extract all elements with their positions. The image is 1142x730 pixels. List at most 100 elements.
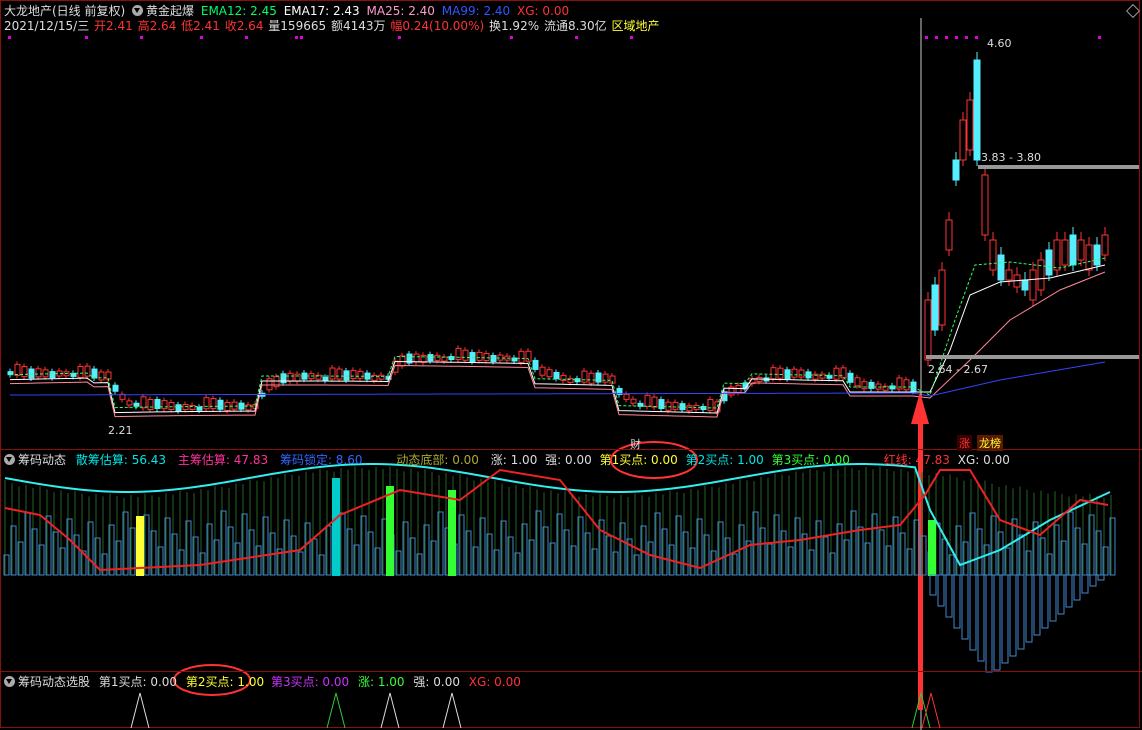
ma99-value: MA99: 2.40 — [441, 4, 511, 18]
negative-bar — [1057, 574, 1065, 615]
candle-body — [518, 350, 525, 363]
signal-triangle — [442, 692, 462, 729]
signal-dot — [140, 36, 143, 39]
candle-body — [546, 369, 553, 378]
negative-bar — [961, 574, 969, 640]
signal-triangle — [130, 692, 150, 729]
candle-body — [77, 366, 84, 379]
candle-body — [357, 370, 364, 379]
candle-body — [434, 354, 441, 361]
quote-open: 开2.41 — [94, 19, 133, 33]
candle-body — [581, 370, 588, 383]
candle-body — [266, 378, 273, 391]
signal-dot — [955, 36, 958, 39]
signal-dot — [510, 36, 513, 39]
candle-body — [665, 401, 672, 411]
candle-body — [861, 381, 868, 390]
negative-bar — [1097, 574, 1105, 581]
candle-body — [644, 394, 651, 407]
candle-body — [997, 254, 1005, 281]
candle-body — [938, 269, 946, 326]
candle-body — [84, 365, 91, 377]
p2-buy3-value: 第3买点: 0.00 — [771, 453, 850, 467]
candle-body — [168, 401, 175, 410]
candle-body — [70, 372, 77, 377]
candle-body — [28, 368, 35, 379]
signal-dot — [295, 36, 298, 39]
candle-body — [1101, 234, 1109, 256]
negative-bar — [1089, 574, 1097, 587]
candle-body — [1029, 269, 1037, 301]
signal-dot — [965, 36, 968, 39]
candle-body — [322, 376, 329, 381]
dragon-tiger-tag[interactable]: 龙榜 — [977, 435, 1003, 451]
candle-body — [336, 368, 343, 380]
p3-buy3-value: 第3买点: 0.00 — [270, 675, 350, 689]
p3-buy2-value: 第2买点: 1.00 — [185, 675, 265, 689]
dongtai-value: 动态底部: 0.00 — [396, 453, 479, 467]
candle-body — [588, 372, 595, 384]
signal-dot — [398, 36, 401, 39]
quote-close: 收2.64 — [224, 19, 264, 33]
candle-body — [1061, 239, 1069, 266]
buy3-highlight — [386, 486, 394, 576]
candle-body — [14, 363, 21, 376]
candle-body — [399, 355, 406, 367]
candle-body — [175, 404, 182, 412]
chip-panel — [3, 463, 1116, 673]
candle-body — [539, 366, 546, 376]
indicator-name[interactable]: 黄金起爆 — [146, 4, 194, 18]
p3-buy1-value: 第1买点: 0.00 — [98, 675, 178, 689]
signal-dot — [975, 36, 978, 39]
panel2-title[interactable]: 筹码动态 — [18, 453, 66, 467]
candle-body — [973, 59, 981, 161]
signal-dot — [200, 36, 203, 39]
signal-triangle — [326, 692, 346, 729]
cyan-highlight — [332, 478, 340, 576]
candle-body — [350, 369, 357, 379]
signal-dot — [945, 36, 948, 39]
negative-bar — [993, 574, 1001, 671]
p2-xg-value: XG: 0.00 — [957, 453, 1010, 467]
negative-bar — [1049, 574, 1057, 622]
candle-body — [49, 371, 56, 379]
select-panel — [130, 692, 941, 729]
panel-divider-2[interactable] — [0, 671, 1142, 672]
limit-up-tag[interactable]: 涨 — [957, 435, 972, 451]
candle-body — [378, 374, 385, 380]
candle-body — [798, 369, 805, 378]
candle-body — [217, 399, 224, 410]
range-upper-bar — [978, 165, 1139, 169]
stock-title[interactable]: 大龙地产(日线 前复权) — [4, 4, 125, 18]
buy3-highlight — [448, 490, 456, 576]
buy-arrow-head — [911, 392, 929, 424]
candle-body — [553, 371, 560, 379]
negative-bar — [969, 574, 977, 651]
panel3-dropdown-icon[interactable] — [4, 676, 15, 687]
candle-body — [329, 367, 336, 380]
panel3-title[interactable]: 筹码动态选股 — [18, 675, 90, 689]
candle-body — [791, 368, 798, 378]
candle-body — [1045, 249, 1053, 276]
signal-triangle — [921, 692, 941, 729]
quote-turnover: 换1.92% — [488, 19, 540, 33]
quote-sector[interactable]: 区域地产 — [612, 19, 660, 33]
negative-bar — [1033, 574, 1041, 636]
panel2-header: 筹码动态 散筹估算: 56.43 主筹估算: 47.83 筹码锁定: 8.60 … — [4, 452, 1013, 468]
negative-bar — [1073, 574, 1081, 601]
candle-body — [959, 119, 967, 161]
panel2-dropdown-icon[interactable] — [4, 454, 15, 465]
indicator-dropdown-icon[interactable] — [132, 5, 144, 16]
sanchou-value: 散筹估算: 56.43 — [75, 453, 167, 467]
candle-body — [1053, 239, 1061, 271]
candle-body — [287, 372, 294, 382]
negative-bar — [985, 574, 993, 673]
candle-body — [981, 174, 989, 236]
hongxian-value: 红线: 47.83 — [883, 453, 950, 467]
negative-bar — [945, 574, 953, 618]
negative-bar — [1065, 574, 1073, 608]
finance-marker[interactable]: 财 — [630, 436, 641, 452]
zhuchou-value: 主筹估算: 47.83 — [177, 453, 269, 467]
p3-zhang-value: 涨: 1.00 — [357, 675, 405, 689]
negative-bar — [1081, 574, 1089, 594]
